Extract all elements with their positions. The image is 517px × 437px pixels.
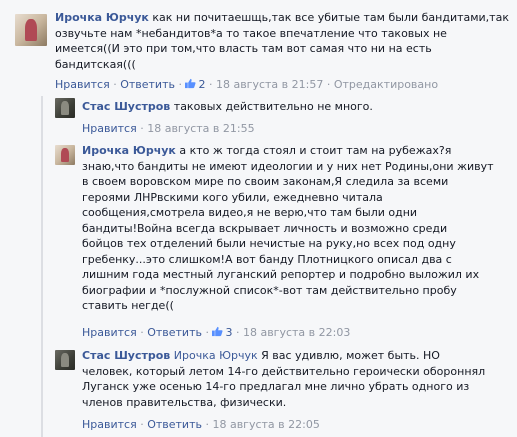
avatar[interactable] [55,350,75,370]
comment-text-line: а кто ж тогда стоял и стоит там на рубеж… [179,144,452,157]
comment-text-line: таковых действительно не много. [173,100,373,113]
author-link[interactable]: Ирочка Юрчук [82,144,176,157]
author-link[interactable]: Стас Шустров [82,100,170,113]
comment-text-line: как ни почитаешщь,так все убитые там был… [152,11,509,24]
comment-text-line: ставить негде(( [82,299,174,312]
comment-body: Ирочка Юрчук как ни почитаешщь,так все у… [55,10,515,72]
reply-link[interactable]: Ответить [147,418,202,431]
comment-text-line: Я вас удивлю, может быть. НО [261,349,440,362]
timestamp[interactable]: 18 августа в 21:55 [147,122,254,135]
comment-text-line: сообщения,смотрела видео,я не верю,что т… [82,206,418,219]
comment-text-line: человек, который летом 14-го действитель… [82,364,486,378]
comment-text-line: Луганск уже осенью 14-го предлагал мне л… [82,380,470,393]
comment-body: Ирочка Юрчук а кто ж тогда стоял и стоит… [82,143,514,314]
comment-text-line: биографии и *послужной список*-вот там д… [82,283,457,297]
author-link[interactable]: Ирочка Юрчук [55,11,149,24]
thumbs-up-icon [185,78,197,89]
like-count[interactable]: 2 [185,78,209,91]
mention-link[interactable]: Ирочка Юрчук [174,349,258,362]
comment-body: Стас Шустров Ирочка Юрчук Я вас удивлю, … [82,348,514,410]
avatar[interactable] [55,145,75,165]
comment-text-line: членов правительства, физически. [82,395,287,409]
like-link[interactable]: Нравится [55,78,110,91]
edited-label[interactable]: Отредактировано [334,78,438,91]
like-link[interactable]: Нравится [82,326,137,339]
comment-text-line: бандитская((( [55,57,136,71]
comment-text-line: гребенку...это слишком!А вот банду Плотн… [82,252,452,266]
comment-text-line: озвучьте нам *небандитов*а то такое впеч… [55,26,447,40]
avatar[interactable] [15,14,47,46]
comment-meta: Нравится · Ответить · 3 · 18 августа в 2… [82,326,351,339]
comment-text-line: героями ЛНРвскими кого убили, ежедневно … [82,190,383,204]
avatar[interactable] [55,98,75,118]
comment-meta: Нравится · Ответить · 2 · 18 августа в 2… [55,78,439,91]
comment-meta: Нравится · Ответить · 18 августа в 22:05 [82,418,320,431]
comment-text-line: бандиты!Война всегда вскрывает личность … [82,221,448,235]
timestamp[interactable]: 18 августа в 21:57 [216,78,323,91]
comment-text-line: бойцов тех отделений были нечистые на ру… [82,237,456,250]
reply-link[interactable]: Ответить [120,78,175,91]
comment-text-line: в своем воровском мире по своим законам,… [82,175,449,188]
comment-body: Стас Шустров таковых действительно не мн… [82,99,512,115]
comment-text-line: знаю,что бандиты не имеют идеологии и у … [82,159,494,173]
reply-link[interactable]: Ответить [147,326,202,339]
like-link[interactable]: Нравится [82,418,137,431]
comment-text-line: имеется((И это при том,что власть там во… [55,42,432,55]
like-link[interactable]: Нравится [82,122,137,135]
thumbs-up-icon [212,326,224,337]
timestamp[interactable]: 18 августа в 22:05 [212,418,319,431]
like-count[interactable]: 3 [212,326,236,339]
reply-thread-line [41,96,43,437]
comment-meta: Нравится · 18 августа в 21:55 [82,122,255,135]
timestamp[interactable]: 18 августа в 22:03 [243,326,350,339]
author-link[interactable]: Стас Шустров [82,349,170,362]
comment-text-line: лишним года местный луганский репортер и… [82,268,480,281]
